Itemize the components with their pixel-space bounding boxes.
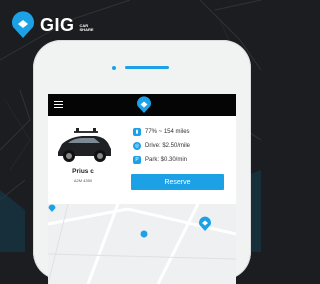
- map-view[interactable]: [48, 203, 236, 284]
- gig-pin-icon: [137, 96, 151, 113]
- battery-text: 77% ~ 154 miles: [145, 129, 190, 135]
- app-screen: Prius c A2M 4350 ▮ 77% ~ 154 miles ◎ Dri…: [48, 94, 236, 284]
- drive-rate: ◎ Drive: $2.50/mile: [133, 142, 190, 150]
- park-rate: P Park: $0.30/min: [133, 156, 187, 164]
- steering-wheel-icon: ◎: [133, 142, 141, 150]
- gig-pin-icon: [12, 11, 34, 38]
- battery-icon: ▮: [133, 128, 141, 136]
- map-car-pin-icon[interactable]: [198, 216, 212, 231]
- car-image: [58, 128, 111, 162]
- map-location-dot-icon: [140, 230, 148, 238]
- brand-sub-line2: SHARE: [79, 27, 94, 32]
- brand-logo: GIG CAR SHARE: [10, 11, 94, 39]
- phone-frame: Prius c A2M 4350 ▮ 77% ~ 154 miles ◎ Dri…: [33, 40, 251, 284]
- brand-name: GIG: [40, 14, 75, 35]
- hamburger-menu-icon[interactable]: [54, 101, 63, 109]
- battery-range: ▮ 77% ~ 154 miles: [133, 128, 190, 136]
- vehicle-plate: A2M 4350: [73, 178, 93, 183]
- vehicle-card[interactable]: Prius c A2M 4350 ▮ 77% ~ 154 miles ◎ Dri…: [48, 116, 236, 204]
- map-car-pin-icon[interactable]: [48, 204, 56, 212]
- parking-icon: P: [133, 156, 141, 164]
- reserve-button[interactable]: Reserve: [131, 174, 224, 190]
- app-topbar: [48, 94, 236, 116]
- phone-camera: [112, 66, 116, 70]
- park-text: Park: $0.30/min: [145, 157, 188, 163]
- vehicle-name: Prius c: [72, 168, 94, 175]
- phone-speaker: [125, 66, 169, 69]
- brand-subtitle: CAR SHARE: [80, 24, 94, 32]
- drive-text: Drive: $2.50/mile: [145, 143, 191, 149]
